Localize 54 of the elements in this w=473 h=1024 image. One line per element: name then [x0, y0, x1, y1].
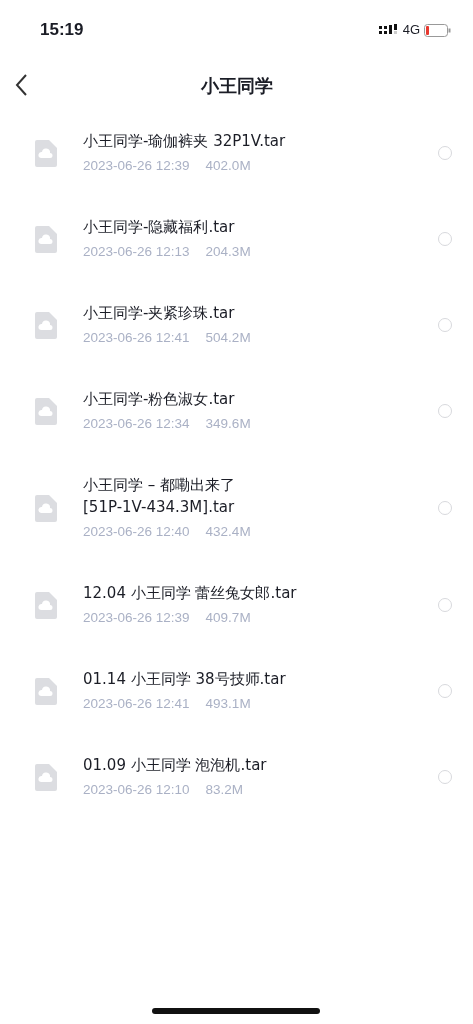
- file-name: 小王同学-瑜伽裤夹 32P1V.tar: [83, 131, 286, 152]
- select-radio[interactable]: [438, 598, 452, 612]
- file-row[interactable]: 小王同学-隐藏福利.tar 2023-06-26 12:13 204.3M: [0, 196, 473, 282]
- select-radio[interactable]: [438, 684, 452, 698]
- file-size: 204.3M: [205, 243, 251, 261]
- file-row[interactable]: 12.04 小王同学 蕾丝兔女郎.tar 2023-06-26 12:39 409.7M: [0, 562, 473, 648]
- select-radio[interactable]: [438, 501, 452, 515]
- file-size: 349.6M: [205, 415, 251, 433]
- cloud-file-icon: [35, 677, 57, 705]
- file-name: 小王同学-隐藏福利.tar: [83, 217, 236, 238]
- file-row[interactable]: 01.09 小王同学 泡泡机.tar 2023-06-26 12:10 83.2M: [0, 734, 473, 820]
- file-size: 83.2M: [205, 781, 244, 799]
- file-date: 2023-06-26 12:34: [83, 415, 190, 433]
- file-name: 01.14 小王同学 38号技师.tar: [83, 669, 286, 690]
- cloud-file-icon: [35, 225, 57, 253]
- file-name: 01.09 小王同学 泡泡机.tar: [83, 755, 267, 776]
- file-date: 2023-06-26 12:13: [83, 243, 190, 261]
- page-title: 小王同学: [200, 73, 273, 98]
- file-name: 小王同学-粉色淑女.tar: [83, 389, 236, 410]
- select-radio[interactable]: [438, 146, 452, 160]
- file-name: 12.04 小王同学 蕾丝兔女郎.tar: [83, 583, 297, 604]
- cloud-file-icon: [35, 311, 57, 339]
- select-radio[interactable]: [438, 232, 452, 246]
- status-time: 15:19: [40, 19, 84, 42]
- file-size: 409.7M: [205, 609, 251, 627]
- select-radio[interactable]: [438, 318, 452, 332]
- file-row[interactable]: 小王同学-夹紧珍珠.tar 2023-06-26 12:41 504.2M: [0, 282, 473, 368]
- file-date: 2023-06-26 12:10: [83, 781, 190, 799]
- file-row[interactable]: 小王同学-瑜伽裤夹 32P1V.tar 2023-06-26 12:39 402.0M: [0, 110, 473, 196]
- network-label: 4G: [402, 21, 420, 40]
- file-size: 402.0M: [205, 157, 251, 175]
- file-date: 2023-06-26 12:41: [83, 329, 190, 347]
- cloud-file-icon: [35, 494, 57, 522]
- cloud-file-icon: [35, 397, 57, 425]
- file-size: 493.1M: [205, 695, 251, 713]
- back-icon[interactable]: [14, 72, 28, 97]
- file-date: 2023-06-26 12:39: [83, 157, 190, 175]
- select-radio[interactable]: [438, 404, 452, 418]
- file-size: 504.2M: [205, 329, 251, 347]
- cloud-file-icon: [35, 591, 57, 619]
- file-name: 小王同学 – 都嘞出来了 [51P-1V-434.3M].tar: [83, 475, 237, 518]
- select-radio[interactable]: [438, 770, 452, 784]
- file-date: 2023-06-26 12:40: [83, 523, 190, 541]
- file-row[interactable]: 小王同学-粉色淑女.tar 2023-06-26 12:34 349.6M: [0, 368, 473, 454]
- file-date: 2023-06-26 12:39: [83, 609, 190, 627]
- file-size: 432.4M: [205, 523, 251, 541]
- cloud-file-icon: [35, 139, 57, 167]
- file-name: 小王同学-夹紧珍珠.tar: [83, 303, 236, 324]
- cloud-file-icon: [35, 763, 57, 791]
- file-date: 2023-06-26 12:41: [83, 695, 190, 713]
- battery-icon: [424, 23, 451, 37]
- signal-icon: [378, 24, 399, 36]
- file-row[interactable]: 小王同学 – 都嘞出来了 [51P-1V-434.3M].tar 2023-06-26 12:40 432.4M: [0, 454, 473, 562]
- file-row[interactable]: 01.14 小王同学 38号技师.tar 2023-06-26 12:41 493.1M: [0, 648, 473, 734]
